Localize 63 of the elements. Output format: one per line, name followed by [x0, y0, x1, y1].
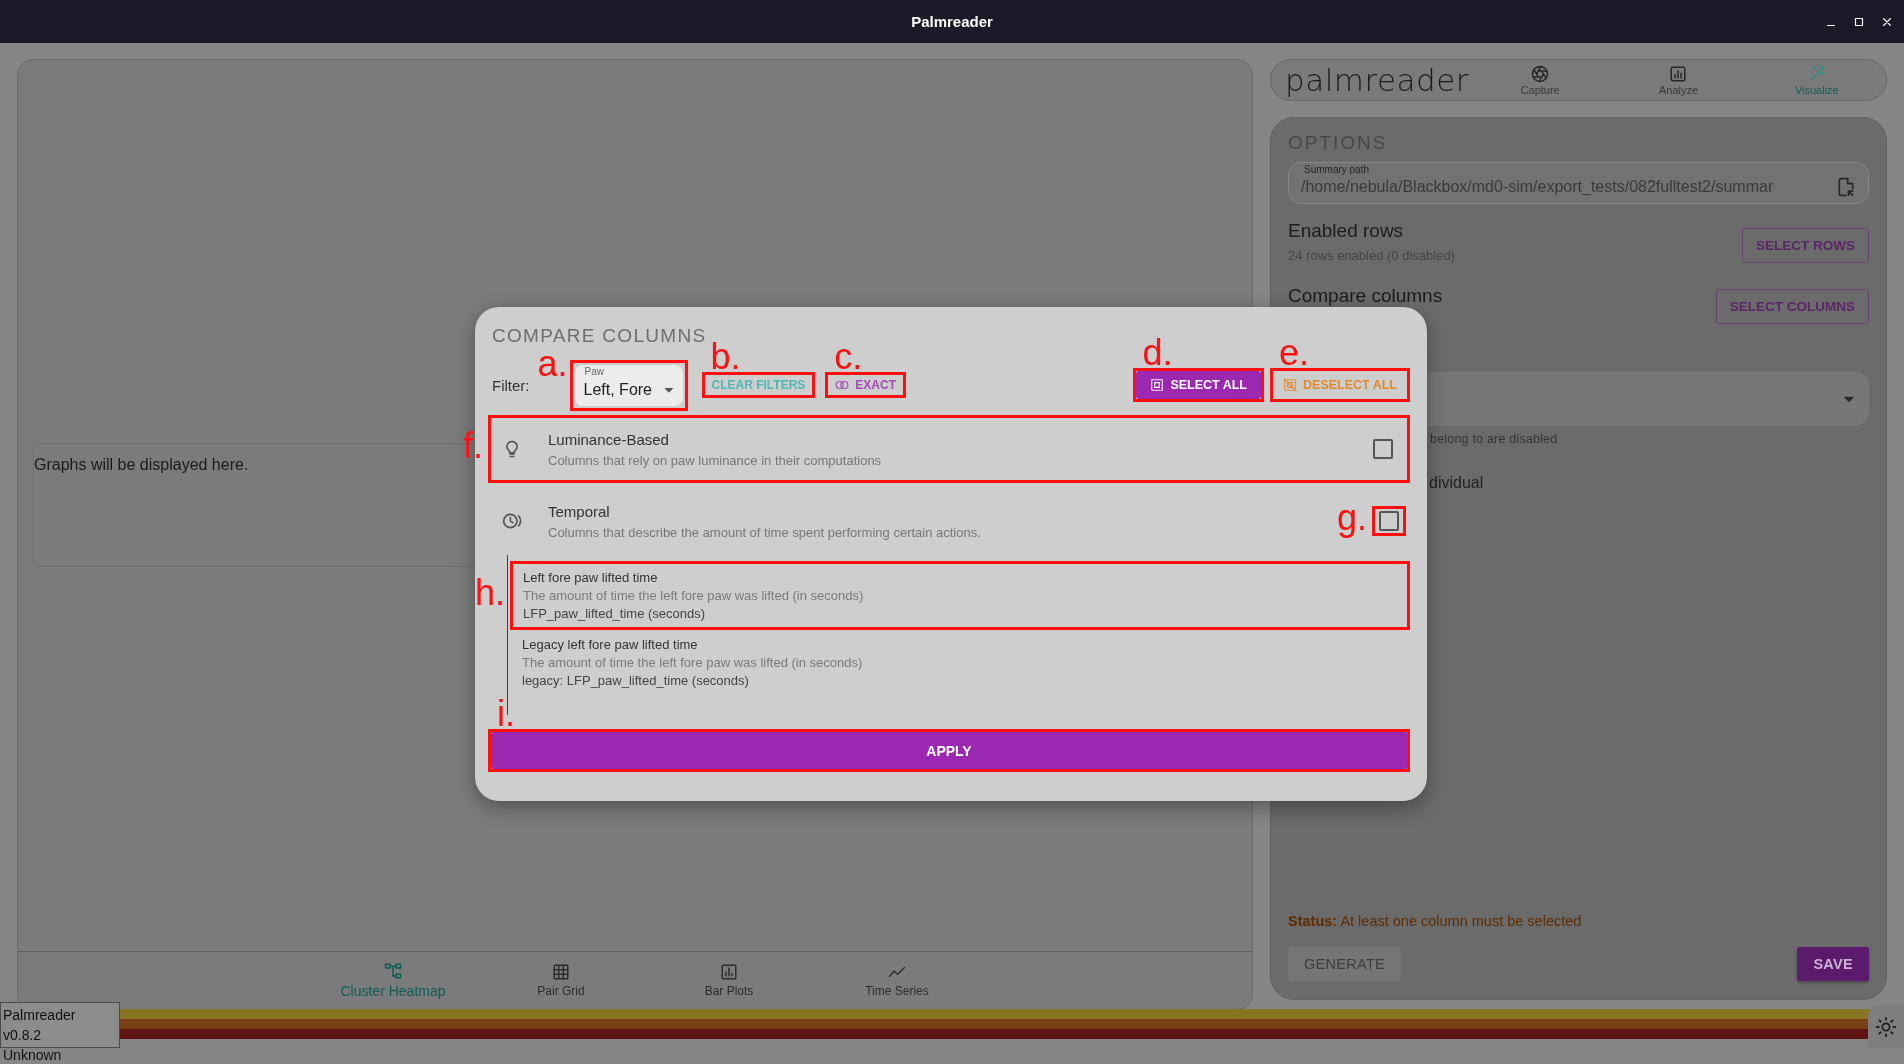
- filter-label: Filter:: [491, 376, 530, 394]
- dialog-title: COMPARE COLUMNS: [491, 325, 707, 347]
- nav-tab[interactable]: Visualize: [1747, 64, 1886, 96]
- bar-chart-icon: [720, 963, 738, 981]
- window-title: Palmreader: [911, 13, 993, 30]
- status-text: Status: At least one column must be selected: [1288, 913, 1582, 929]
- section-title: Enabled rows: [1288, 220, 1405, 242]
- annotation-label: d.: [1142, 335, 1173, 371]
- group-description: Columns that rely on paw luminance in their computations: [548, 452, 883, 468]
- magic-wand-icon: [1807, 64, 1826, 83]
- nav-tab[interactable]: Capture: [1471, 64, 1610, 96]
- annotation-label: a.: [537, 345, 568, 382]
- annotation-label: h.: [474, 574, 505, 611]
- annotation-label: c.: [834, 339, 863, 375]
- grid-icon: [552, 963, 570, 981]
- aperture-icon: [1531, 64, 1550, 83]
- path-field[interactable]: Summary path /home/nebula/Blackbox/md0-sim/export_tests/082fulltest2/summar: [1288, 162, 1869, 204]
- sun-icon[interactable]: [1875, 1016, 1897, 1038]
- paw-select[interactable]: Paw Left, Fore: [574, 364, 683, 406]
- app-logo: palmreader: [1284, 62, 1471, 98]
- deselect-icon: [1283, 378, 1297, 392]
- checkbox[interactable]: [1379, 511, 1399, 531]
- clock-icon: [502, 511, 522, 531]
- graph-tab[interactable]: Time Series: [813, 952, 981, 1009]
- exact-toggle[interactable]: EXACT: [828, 375, 903, 395]
- field-label: Paw: [583, 365, 605, 377]
- placeholder-text: Graphs will be displayed here.: [34, 456, 249, 474]
- column-title: Legacy left fore paw lifted time: [522, 637, 699, 652]
- column-description: The amount of time the left fore paw was lifted (in seconds): [523, 588, 865, 603]
- select-columns-button[interactable]: SELECT COLUMNS: [1715, 289, 1869, 324]
- annotation-label: b.: [710, 339, 741, 375]
- annotation-label: e.: [1279, 335, 1310, 371]
- option-label: dividual: [1429, 474, 1484, 492]
- graph-tab[interactable]: Cluster Heatmap: [309, 952, 477, 1009]
- version-text: Palmreader v0.8.2: [3, 1006, 77, 1045]
- bar-chart-icon: [1669, 64, 1688, 83]
- license-text: Unknown: [3, 1046, 63, 1064]
- column-id: LFP_paw_lifted_time (seconds): [523, 606, 707, 621]
- group-title: Temporal: [548, 502, 611, 520]
- annotation-label: g.: [1336, 500, 1367, 537]
- graph-tab[interactable]: Pair Grid: [477, 952, 645, 1009]
- group-title: Luminance-Based: [548, 430, 670, 448]
- section-title: Compare columns: [1288, 285, 1443, 307]
- deselect-all-button[interactable]: DESELECT ALL: [1273, 371, 1407, 399]
- select-rows-button[interactable]: SELECT ROWS: [1742, 228, 1869, 263]
- field-label: Summary path: [1303, 164, 1371, 175]
- nav-tab[interactable]: Analyze: [1609, 64, 1748, 96]
- column-id: legacy: LFP_paw_lifted_time (seconds): [522, 673, 750, 688]
- annotation-label: i.: [497, 696, 515, 732]
- select-all-button[interactable]: SELECT ALL: [1136, 371, 1261, 399]
- graph-tab[interactable]: Bar Plots: [645, 952, 813, 1009]
- group-description: Columns that describe the amount of time spent performing certain actions.: [548, 524, 982, 540]
- toggle-icon: [835, 378, 850, 392]
- column-description: The amount of time the left fore paw was lifted (in seconds): [522, 655, 864, 670]
- action-button[interactable]: SAVE: [1797, 947, 1869, 981]
- hierarchy-icon: [384, 962, 402, 980]
- checkbox[interactable]: [1373, 439, 1393, 459]
- column-title: Left fore paw lifted time: [523, 570, 659, 585]
- apply-button[interactable]: APPLY: [491, 732, 1407, 769]
- column-item[interactable]: Legacy left fore paw lifted time The amount of time the left fore paw was lifted (in seconds) legacy: LFP_paw_lifted_time (seconds): [510, 630, 1410, 695]
- select-all-icon: [1150, 378, 1165, 392]
- file-icon[interactable]: [1836, 176, 1856, 198]
- column-item[interactable]: Left fore paw lifted time The amount of time the left fore paw was lifted (in seconds) LFP_paw_lifted_time (seconds): [513, 564, 1407, 627]
